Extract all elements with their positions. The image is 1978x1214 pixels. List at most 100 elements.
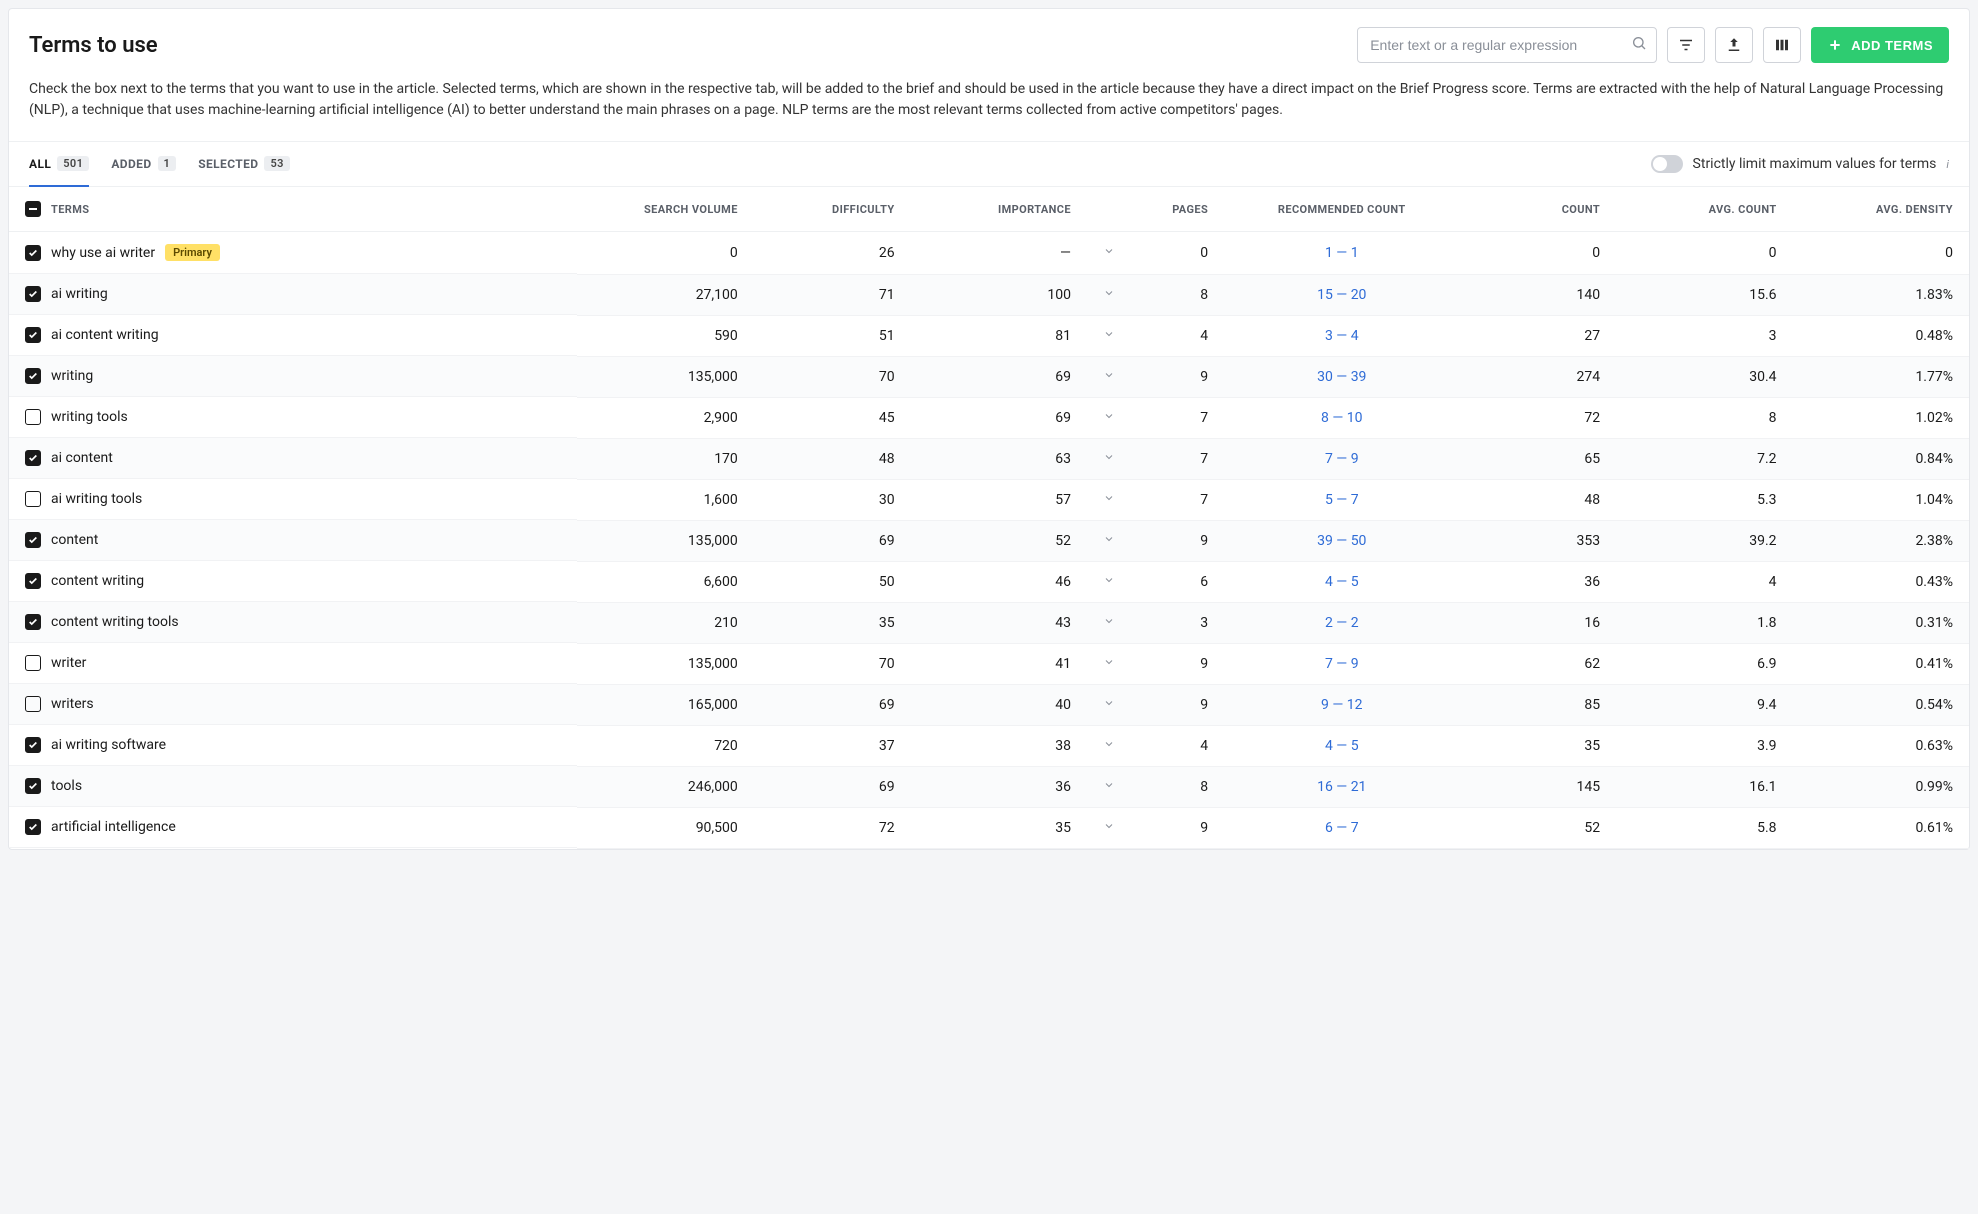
row-checkbox[interactable] [25, 573, 41, 589]
row-checkbox[interactable] [25, 368, 41, 384]
term-label: tools [51, 778, 82, 794]
row-checkbox[interactable] [25, 655, 41, 671]
col-pages[interactable]: PAGES [1087, 187, 1224, 232]
cell-pages[interactable]: 4 [1087, 315, 1224, 356]
select-all-checkbox[interactable] [25, 201, 41, 217]
row-checkbox[interactable] [25, 409, 41, 425]
tab-all[interactable]: ALL 501 [29, 142, 89, 187]
cell-avg-count: 7.2 [1616, 438, 1792, 479]
cell-recommended[interactable]: 4 — 5 [1224, 561, 1459, 602]
col-difficulty[interactable]: DIFFICULTY [754, 187, 911, 232]
col-search-volume[interactable]: SEARCH VOLUME [577, 187, 753, 232]
cell-count: 274 [1459, 356, 1616, 397]
cell-recommended[interactable]: 16 — 21 [1224, 766, 1459, 807]
filter-button[interactable] [1667, 27, 1705, 63]
cell-pages[interactable]: 3 [1087, 602, 1224, 643]
row-checkbox[interactable] [25, 450, 41, 466]
cell-difficulty: 51 [754, 315, 911, 356]
cell-search-volume: 0 [577, 232, 753, 275]
pages-value: 0 [1200, 245, 1208, 261]
cell-importance: 81 [911, 315, 1087, 356]
table-row: why use ai writerPrimary026—01 — 1000 [9, 232, 1969, 275]
cell-count: 62 [1459, 643, 1616, 684]
cell-pages[interactable]: 7 [1087, 397, 1224, 438]
col-terms[interactable]: TERMS [51, 203, 89, 216]
cell-pages[interactable]: 4 [1087, 725, 1224, 766]
cell-recommended[interactable]: 6 — 7 [1224, 807, 1459, 848]
cell-avg-count: 6.9 [1616, 643, 1792, 684]
upload-button[interactable] [1715, 27, 1753, 63]
search-input[interactable] [1357, 27, 1657, 63]
pages-value: 9 [1200, 369, 1208, 385]
cell-difficulty: 30 [754, 479, 911, 520]
row-checkbox[interactable] [25, 778, 41, 794]
cell-pages[interactable]: 9 [1087, 520, 1224, 561]
pages-value: 9 [1200, 697, 1208, 713]
cell-recommended[interactable]: 8 — 10 [1224, 397, 1459, 438]
cell-pages[interactable]: 7 [1087, 479, 1224, 520]
row-checkbox[interactable] [25, 696, 41, 712]
cell-importance: 69 [911, 356, 1087, 397]
cell-pages[interactable]: 9 [1087, 356, 1224, 397]
chevron-down-icon [1103, 656, 1115, 672]
strict-limit-label: Strictly limit maximum values for terms [1693, 156, 1937, 172]
cell-importance: 52 [911, 520, 1087, 561]
cell-importance: 69 [911, 397, 1087, 438]
cell-recommended[interactable]: 7 — 9 [1224, 643, 1459, 684]
tab-added[interactable]: ADDED 1 [111, 142, 176, 187]
cell-recommended[interactable]: 1 — 1 [1224, 232, 1459, 275]
cell-recommended[interactable]: 9 — 12 [1224, 684, 1459, 725]
plus-icon [1827, 37, 1843, 53]
chevron-down-icon [1103, 492, 1115, 508]
row-checkbox[interactable] [25, 532, 41, 548]
tab-added-count: 1 [158, 156, 177, 171]
col-importance[interactable]: IMPORTANCE [911, 187, 1087, 232]
row-checkbox[interactable] [25, 614, 41, 630]
cell-difficulty: 45 [754, 397, 911, 438]
table-row: writers165,000694099 — 12859.40.54% [9, 684, 1969, 725]
cell-difficulty: 72 [754, 807, 911, 848]
cell-pages[interactable]: 7 [1087, 438, 1224, 479]
cell-pages[interactable]: 9 [1087, 643, 1224, 684]
col-avg-density[interactable]: AVG. DENSITY [1793, 187, 1969, 232]
cell-recommended[interactable]: 3 — 4 [1224, 315, 1459, 356]
cell-pages[interactable]: 9 [1087, 684, 1224, 725]
cell-pages[interactable]: 6 [1087, 561, 1224, 602]
col-count[interactable]: COUNT [1459, 187, 1616, 232]
cell-avg-count: 3 [1616, 315, 1792, 356]
row-checkbox[interactable] [25, 245, 41, 261]
pages-value: 3 [1200, 615, 1208, 631]
cell-recommended[interactable]: 5 — 7 [1224, 479, 1459, 520]
row-checkbox[interactable] [25, 286, 41, 302]
columns-icon [1773, 36, 1791, 54]
cell-pages[interactable]: 8 [1087, 274, 1224, 315]
cell-avg-density: 0.84% [1793, 438, 1969, 479]
cell-avg-density: 2.38% [1793, 520, 1969, 561]
cell-recommended[interactable]: 4 — 5 [1224, 725, 1459, 766]
cell-recommended[interactable]: 30 — 39 [1224, 356, 1459, 397]
cell-recommended[interactable]: 7 — 9 [1224, 438, 1459, 479]
row-checkbox[interactable] [25, 327, 41, 343]
row-checkbox[interactable] [25, 491, 41, 507]
cell-recommended[interactable]: 2 — 2 [1224, 602, 1459, 643]
add-terms-button[interactable]: ADD TERMS [1811, 27, 1949, 63]
cell-pages[interactable]: 9 [1087, 807, 1224, 848]
columns-button[interactable] [1763, 27, 1801, 63]
cell-pages[interactable]: 0 [1087, 232, 1224, 275]
cell-search-volume: 1,600 [577, 479, 753, 520]
cell-avg-density: 1.04% [1793, 479, 1969, 520]
cell-recommended[interactable]: 39 — 50 [1224, 520, 1459, 561]
term-label: writing [51, 368, 93, 384]
cell-pages[interactable]: 8 [1087, 766, 1224, 807]
tab-selected[interactable]: SELECTED 53 [198, 142, 290, 187]
row-checkbox[interactable] [25, 819, 41, 835]
info-icon[interactable]: i [1946, 158, 1949, 171]
cell-recommended[interactable]: 15 — 20 [1224, 274, 1459, 315]
strict-limit-toggle[interactable] [1651, 155, 1683, 173]
col-avg-count[interactable]: AVG. COUNT [1616, 187, 1792, 232]
col-recommended[interactable]: RECOMMENDED COUNT [1224, 187, 1459, 232]
term-label: ai writing tools [51, 491, 142, 507]
row-checkbox[interactable] [25, 737, 41, 753]
cell-difficulty: 69 [754, 684, 911, 725]
cell-avg-density: 0.99% [1793, 766, 1969, 807]
